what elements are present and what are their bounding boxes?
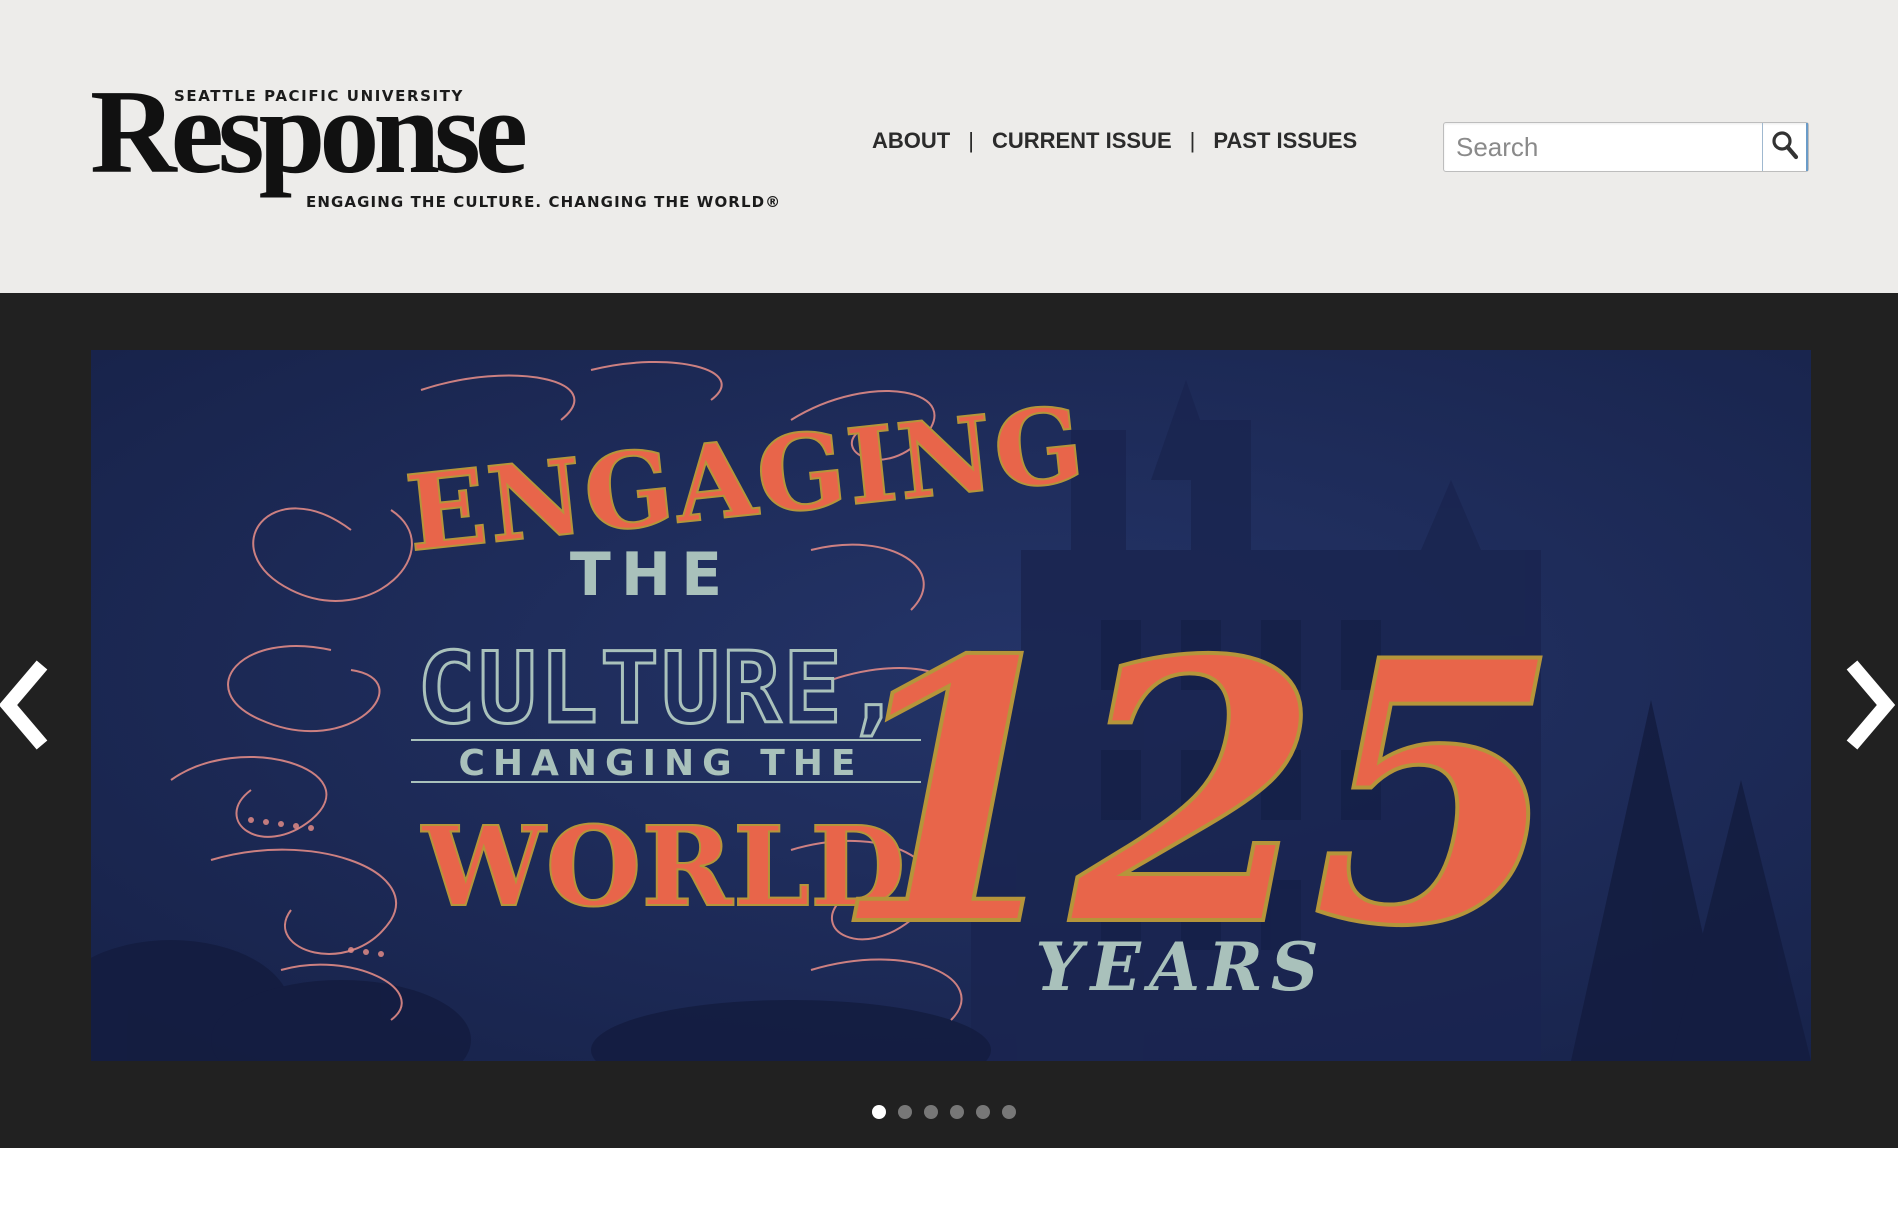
slider-dot-5[interactable] [976,1105,990,1119]
slider-pagination [872,1105,1016,1119]
search-box [1443,122,1809,172]
hero-slide[interactable]: ENGAGING THE CULTURE, CHANGING THE WORLD… [91,350,1811,1061]
hero-artwork: ENGAGING THE CULTURE, CHANGING THE WORLD… [91,350,1811,1061]
slider-prev-button[interactable] [0,653,60,763]
logo-tagline: ENGAGING THE CULTURE. CHANGING THE WORLD… [306,193,782,211]
slider-dot-4[interactable] [950,1105,964,1119]
logo-kicker: SEATTLE PACIFIC UNIVERSITY [174,87,465,105]
chevron-left-icon [0,660,60,767]
nav-separator: | [1189,128,1196,153]
slider-next-button[interactable] [1838,653,1898,763]
search-input[interactable] [1444,123,1762,171]
chevron-right-icon [1838,660,1898,767]
slider-dot-2[interactable] [898,1105,912,1119]
hero-line-changing: CHANGING THE [459,743,864,784]
response-logo[interactable]: Response SEATTLE PACIFIC UNIVERSITY ENGA… [90,72,780,220]
nav-current-issue[interactable]: CURRENT ISSUE [992,128,1172,154]
hero-years: YEARS [1035,928,1326,1006]
search-icon [1771,130,1799,165]
hero-line-the: THE [570,540,732,610]
slider-dot-6[interactable] [1002,1105,1016,1119]
search-button[interactable] [1762,123,1808,171]
site-header: Response SEATTLE PACIFIC UNIVERSITY ENGA… [0,0,1898,293]
hero-slider: ENGAGING THE CULTURE, CHANGING THE WORLD… [0,293,1898,1148]
slider-dot-1[interactable] [872,1105,886,1119]
main-nav: ABOUT | CURRENT ISSUE | PAST ISSUES [872,128,1357,154]
nav-about[interactable]: ABOUT [872,128,950,154]
slider-dot-3[interactable] [924,1105,938,1119]
nav-past-issues[interactable]: PAST ISSUES [1213,128,1357,154]
nav-separator: | [968,128,974,153]
